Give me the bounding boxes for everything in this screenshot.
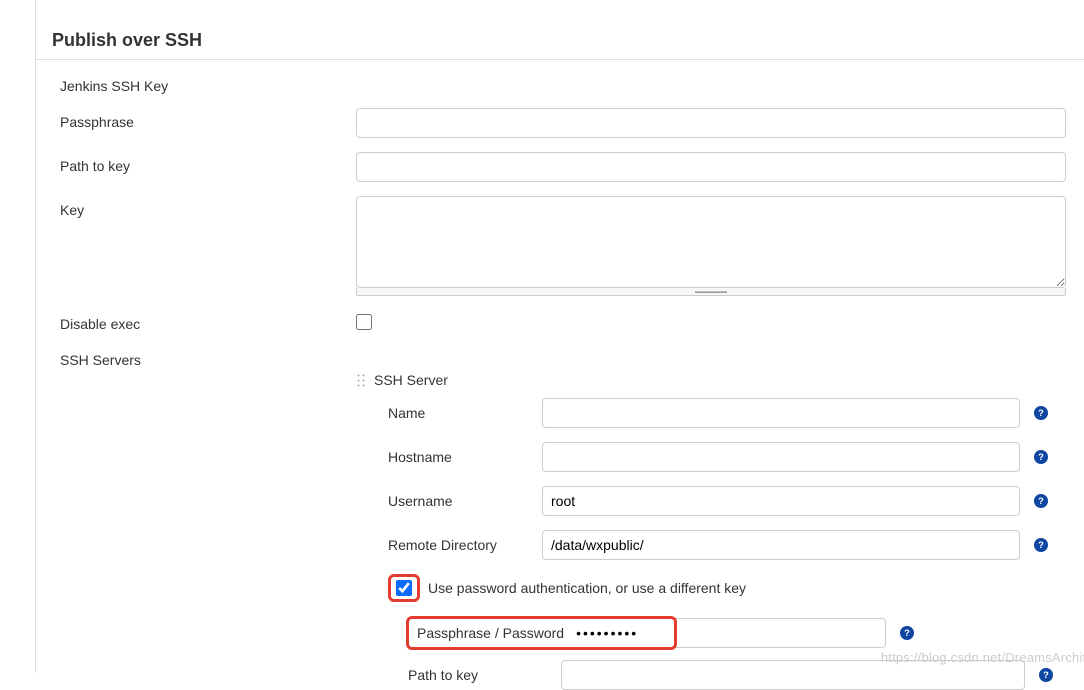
key-row: Key: [36, 196, 1084, 296]
jenkins-ssh-key-row: Jenkins SSH Key ?: [36, 72, 1084, 94]
server-remote-dir-input[interactable]: [542, 530, 1020, 560]
key-label: Key: [60, 196, 356, 218]
textarea-resize-grip[interactable]: [356, 288, 1066, 296]
server-hostname-label: Hostname: [388, 449, 542, 465]
path-to-key-input[interactable]: [356, 152, 1066, 182]
passphrase-label: Passphrase: [60, 108, 356, 130]
server-hostname-input[interactable]: [542, 442, 1020, 472]
server-remote-dir-row: Remote Directory ?: [356, 530, 1084, 560]
server-path-to-key-label: Path to key: [408, 667, 561, 683]
passphrase-row: Passphrase ?: [36, 108, 1084, 138]
help-icon[interactable]: ?: [900, 626, 914, 640]
path-to-key-label: Path to key: [60, 152, 356, 174]
drag-handle-icon[interactable]: [356, 373, 366, 387]
server-username-label: Username: [388, 493, 542, 509]
server-username-input[interactable]: [542, 486, 1020, 516]
server-username-row: Username ?: [356, 486, 1084, 516]
passphrase-password-label: Passphrase / Password: [411, 621, 570, 645]
server-name-label: Name: [388, 405, 542, 421]
ssh-servers-row: SSH Servers: [36, 346, 1084, 368]
use-password-label: Use password authentication, or use a di…: [428, 580, 746, 596]
ssh-server-header-label: SSH Server: [374, 372, 448, 388]
use-password-row: Use password authentication, or use a di…: [356, 574, 1084, 602]
jenkins-ssh-key-label: Jenkins SSH Key: [60, 72, 356, 94]
passphrase-password-row: Passphrase / Password ?: [356, 618, 1084, 648]
server-hostname-row: Hostname ?: [356, 442, 1084, 472]
server-name-row: Name ?: [356, 398, 1084, 428]
help-icon[interactable]: ?: [1034, 450, 1048, 464]
path-to-key-row: Path to key ?: [36, 152, 1084, 182]
help-icon[interactable]: ?: [1039, 668, 1053, 682]
passphrase-input[interactable]: [356, 108, 1066, 138]
server-remote-dir-label: Remote Directory: [388, 537, 542, 553]
svg-text:?: ?: [1038, 452, 1044, 462]
disable-exec-label: Disable exec: [60, 310, 356, 332]
svg-text:?: ?: [1038, 540, 1044, 550]
watermark-text: https://blog.csdn.net/DreamsArchitects: [881, 650, 1084, 665]
key-textarea[interactable]: [356, 196, 1066, 288]
disable-exec-row: Disable exec ?: [36, 310, 1084, 332]
svg-text:?: ?: [1038, 496, 1044, 506]
help-icon[interactable]: ?: [1034, 406, 1048, 420]
svg-text:?: ?: [1043, 670, 1049, 680]
server-name-input[interactable]: [542, 398, 1020, 428]
svg-text:?: ?: [904, 628, 910, 638]
use-password-checkbox[interactable]: [396, 580, 412, 596]
ssh-servers-label: SSH Servers: [60, 346, 356, 368]
highlight-box: Passphrase / Password: [406, 616, 677, 650]
ssh-server-header: SSH Server: [356, 372, 1084, 388]
disable-exec-checkbox[interactable]: [356, 314, 372, 330]
passphrase-password-input[interactable]: [576, 625, 668, 641]
ssh-server-block: SSH Server Name ? Hostname ? Username ? …: [356, 372, 1084, 690]
section-title: Publish over SSH: [36, 0, 1084, 60]
help-icon[interactable]: ?: [1034, 538, 1048, 552]
help-icon[interactable]: ?: [1034, 494, 1048, 508]
svg-text:?: ?: [1038, 408, 1044, 418]
highlight-box: [388, 574, 420, 602]
